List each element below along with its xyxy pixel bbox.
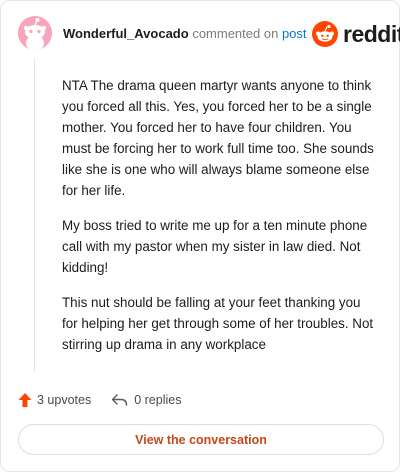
reddit-snoo-icon <box>312 21 338 47</box>
thread-line <box>34 58 35 371</box>
comment-paragraph: My boss tried to write me up for a ten m… <box>62 218 368 275</box>
post-link[interactable]: post <box>282 26 307 41</box>
upvote-arrow-icon <box>18 393 32 407</box>
upvote-button[interactable]: 3 upvotes <box>18 392 91 408</box>
comment-card: Wonderful_Avocado commented on post redd… <box>0 0 400 472</box>
comment-paragraph: NTA The drama queen martyr wants anyone … <box>62 78 374 198</box>
view-conversation-button[interactable]: View the conversation <box>18 424 384 455</box>
comment-header: Wonderful_Avocado commented on post <box>63 26 307 42</box>
reply-arrow-icon <box>112 394 128 406</box>
reply-count: 0 replies <box>134 393 182 407</box>
snoo-avatar-icon <box>18 16 52 50</box>
comment-paragraph: This nut should be falling at your feet … <box>62 295 374 352</box>
user-avatar[interactable] <box>18 16 52 50</box>
reddit-logo[interactable]: reddit <box>312 21 400 47</box>
commented-on-text: commented on <box>192 26 279 41</box>
upvote-count: 3 upvotes <box>37 393 92 407</box>
username[interactable]: Wonderful_Avocado <box>63 26 189 41</box>
comment-actions: 3 upvotes 0 replies <box>18 390 181 410</box>
reddit-wordmark: reddit <box>343 21 400 47</box>
reply-button[interactable]: 0 replies <box>111 393 181 407</box>
comment-body: NTA The drama queen martyr wants anyone … <box>62 75 377 369</box>
